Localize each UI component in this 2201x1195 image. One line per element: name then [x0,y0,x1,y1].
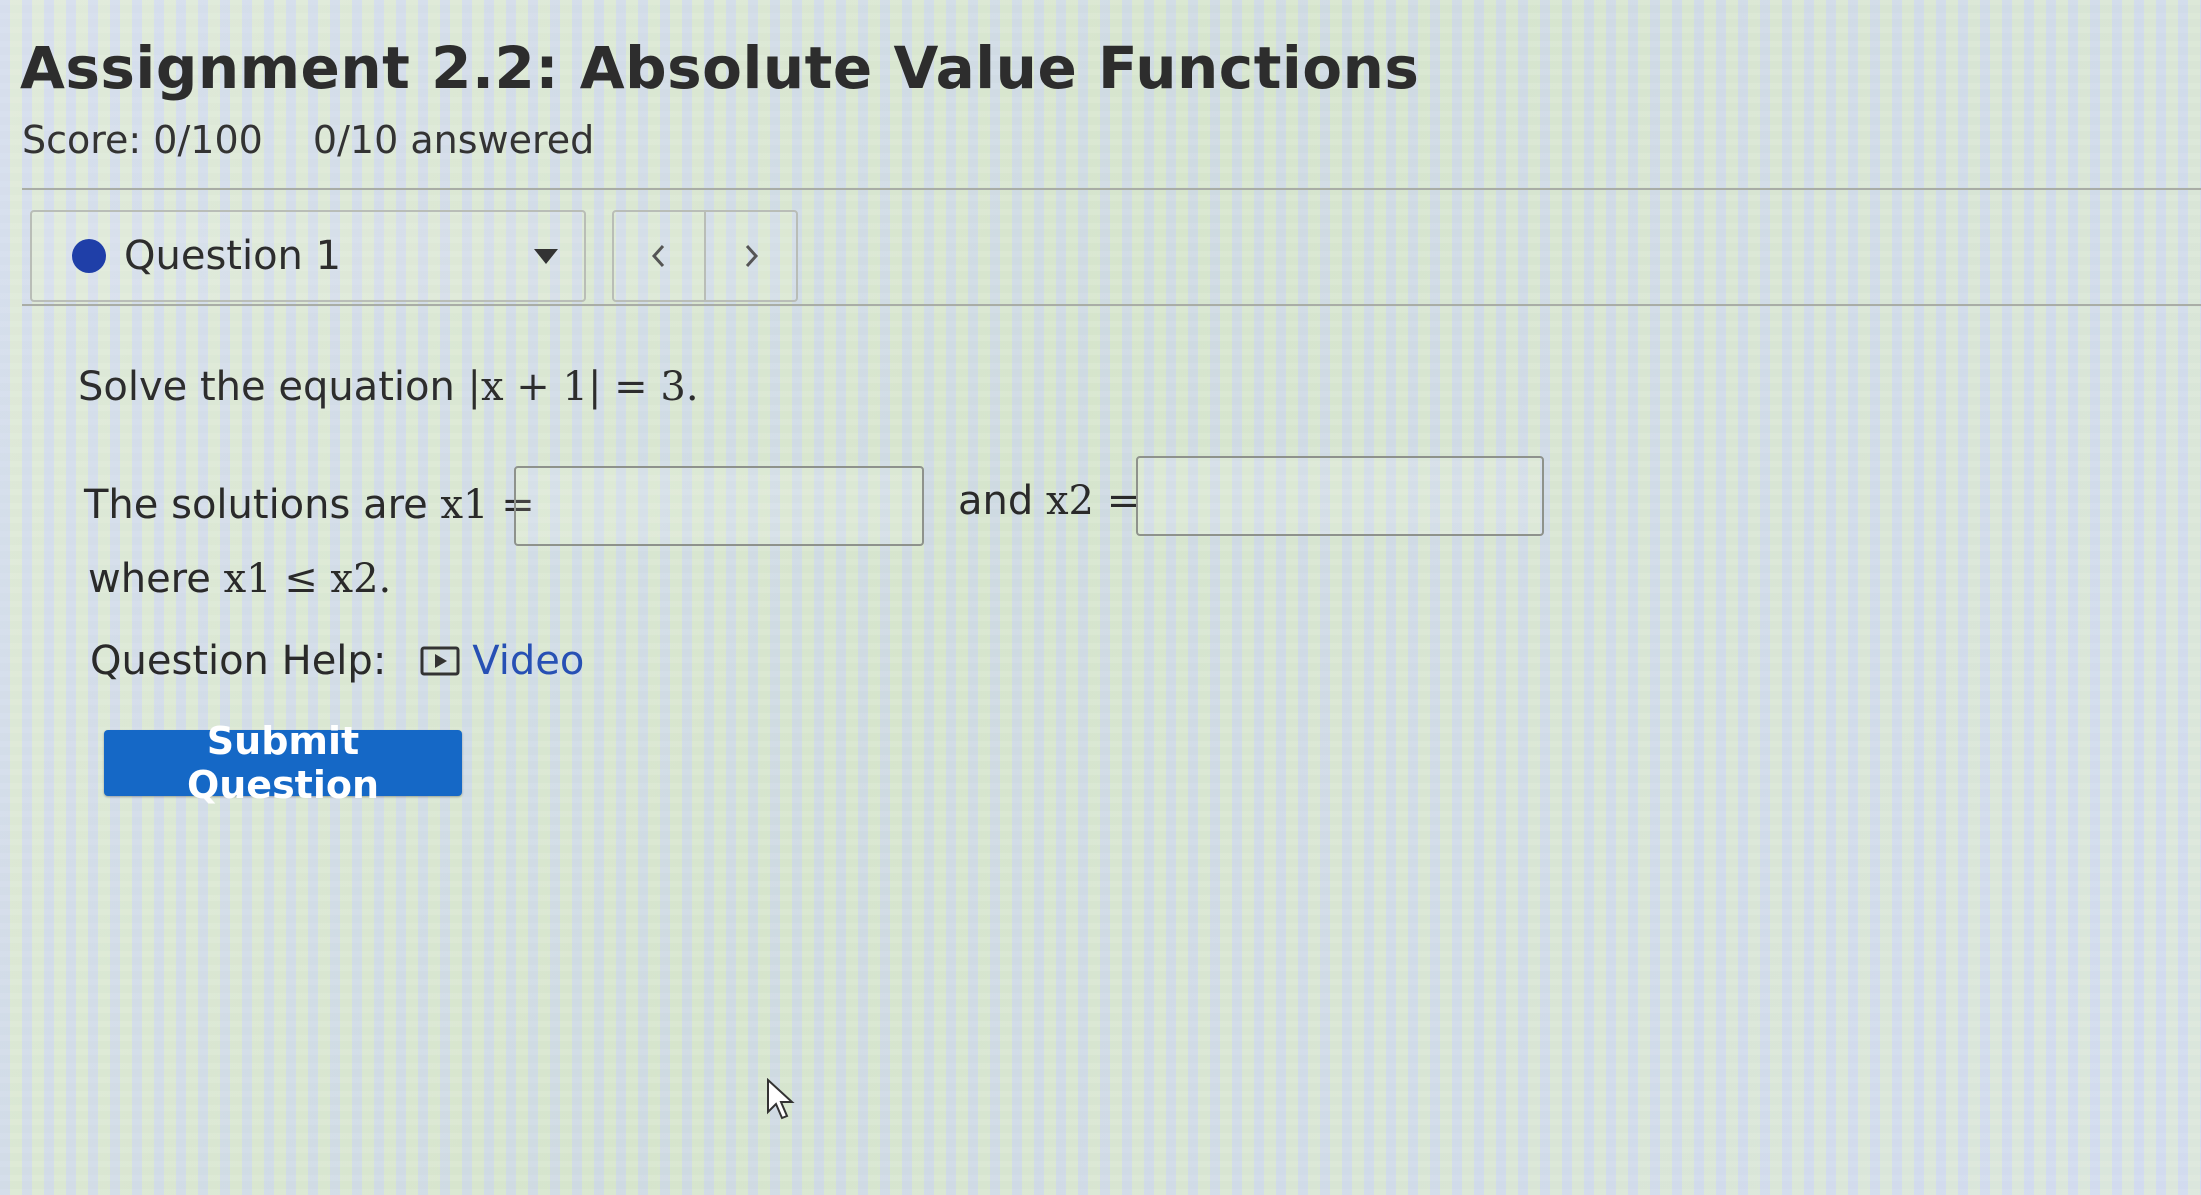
divider-bottom [22,304,2201,306]
caret-down-icon [534,248,558,264]
answered-count: 0/10 answered [312,118,595,162]
constraint-line: where x1 ≤ x2. [88,556,391,602]
x2-label: x2 = [1045,478,1141,524]
mouse-cursor-icon [767,1078,795,1120]
solutions-line: The solutions are x1 = [84,482,535,528]
question-selector[interactable]: Question 1 [30,210,586,302]
video-icon [420,646,460,676]
constraint: x1 ≤ x2. [223,556,392,602]
chevron-right-icon [745,244,759,268]
score-line: Score: 0/100 0/10 answered [22,118,632,162]
x2-answer-input[interactable] [1136,456,1544,536]
and-text: and [958,478,1034,524]
question-prompt: Solve the equation |x + 1| = 3. [78,364,699,410]
video-link-label: Video [472,638,585,684]
question-help: Question Help: Video [90,638,584,684]
assignment-title: Assignment 2.2: Absolute Value Functions [20,34,1420,102]
prompt-text: Solve the equation [78,364,455,410]
video-help-link[interactable]: Video [420,638,584,684]
and-line: and x2 = [958,478,1140,524]
submit-question-button[interactable]: Submit Question [104,719,462,807]
chevron-left-icon [651,244,665,268]
question-status-dot-icon [72,239,106,273]
x1-answer-input[interactable] [514,466,924,546]
divider-top [22,188,2201,190]
question-help-label: Question Help: [90,638,387,684]
question-selector-label: Question 1 [124,233,342,279]
score-text: Score: 0/100 [22,118,263,162]
next-question-button[interactable] [704,210,798,302]
where-text: where [88,556,211,602]
previous-question-button[interactable] [612,210,706,302]
solutions-text: The solutions are [84,482,428,528]
equation: |x + 1| = 3. [467,364,699,410]
